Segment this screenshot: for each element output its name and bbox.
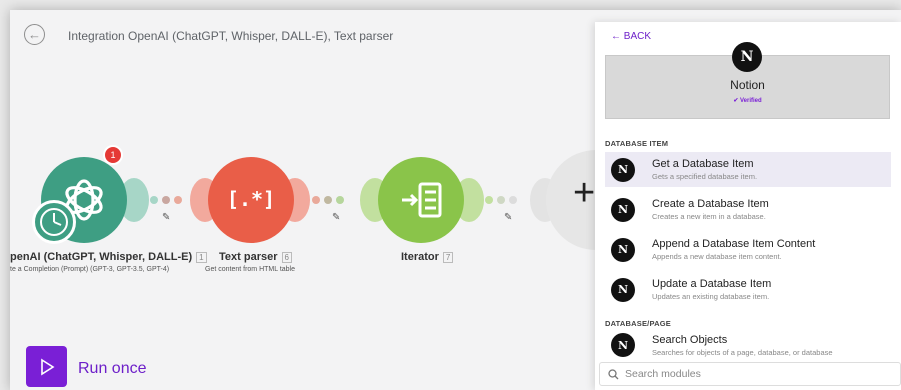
route-settings-icon[interactable]: ✎ <box>504 212 512 223</box>
action-desc: Gets a specified database item. <box>652 172 758 181</box>
app-name: Notion <box>730 78 765 92</box>
connection-dots-2 <box>312 196 344 204</box>
search-placeholder: Search modules <box>625 368 701 380</box>
notion-icon: N <box>611 333 635 357</box>
notion-logo-icon: N <box>732 42 762 72</box>
run-once-label[interactable]: Run once <box>78 360 147 378</box>
notification-badge: 1 <box>103 145 123 165</box>
route-settings-icon[interactable]: ✎ <box>162 212 170 223</box>
action-desc: Updates an existing database item. <box>652 292 770 301</box>
connection-dots-1 <box>150 196 182 204</box>
iterator-icon <box>402 182 442 218</box>
module-subtitle: Get content from HTML table <box>205 266 295 273</box>
module-name: penAI (ChatGPT, Whisper, DALL-E) 1 <box>10 251 207 263</box>
verified-badge: ✔ Verified <box>733 98 762 104</box>
notion-icon: N <box>611 157 635 182</box>
module-name: Text parser 6 <box>219 251 292 263</box>
route-settings-icon[interactable]: ✎ <box>332 212 340 223</box>
search-icon <box>608 368 619 379</box>
module-subtitle: te a Completion (Prompt) (GPT-3, GPT-3.5… <box>10 266 170 273</box>
regex-icon: [.*] <box>226 187 276 211</box>
action-desc: Creates a new item in a database. <box>652 212 766 221</box>
action-title: Search Objects <box>652 333 728 346</box>
scenario-title: Integration OpenAI (ChatGPT, Whisper, DA… <box>68 29 394 43</box>
module-picker-panel: ← BACK N Notion ✔ Verified DATABASE ITEM… <box>595 22 901 390</box>
action-title: Append a Database Item Content <box>652 238 816 250</box>
search-modules-input[interactable]: Search modules <box>599 362 901 386</box>
action-item[interactable]: N Search Objects Searches for objects of… <box>605 330 891 360</box>
action-title: Update a Database Item <box>652 278 772 290</box>
module-name: Iterator 7 <box>401 251 454 263</box>
back-arrow-icon[interactable]: ← <box>24 24 45 45</box>
action-item[interactable]: N Append a Database Item Content Appends… <box>605 232 891 267</box>
play-icon <box>40 358 54 375</box>
action-title: Get a Database Item <box>652 158 754 170</box>
clock-icon[interactable] <box>32 200 76 244</box>
plus-icon: + <box>573 172 596 214</box>
action-title: Create a Database Item <box>652 198 769 210</box>
action-desc: Searches for objects of a page, database… <box>652 347 833 357</box>
action-item[interactable]: N Update a Database Item Updates an exis… <box>605 272 891 307</box>
iterator-module[interactable] <box>378 157 464 243</box>
section-heading: DATABASE ITEM <box>605 139 669 148</box>
notion-icon: N <box>611 277 635 302</box>
notion-icon: N <box>611 197 635 222</box>
text-parser-module[interactable]: [.*] <box>208 157 294 243</box>
action-item[interactable]: N Create a Database Item Creates a new i… <box>605 192 891 227</box>
run-once-button[interactable] <box>26 346 67 387</box>
app-header: N Notion ✔ Verified <box>605 42 890 119</box>
clock-hands-icon <box>40 208 68 236</box>
action-desc: Appends a new database item content. <box>652 252 782 261</box>
panel-back-button[interactable]: ← BACK <box>611 31 651 42</box>
section-heading: DATABASE/PAGE <box>605 319 671 328</box>
action-item[interactable]: N Get a Database Item Gets a specified d… <box>605 152 891 187</box>
notion-icon: N <box>611 237 635 262</box>
connection-dots-3 <box>485 196 517 204</box>
